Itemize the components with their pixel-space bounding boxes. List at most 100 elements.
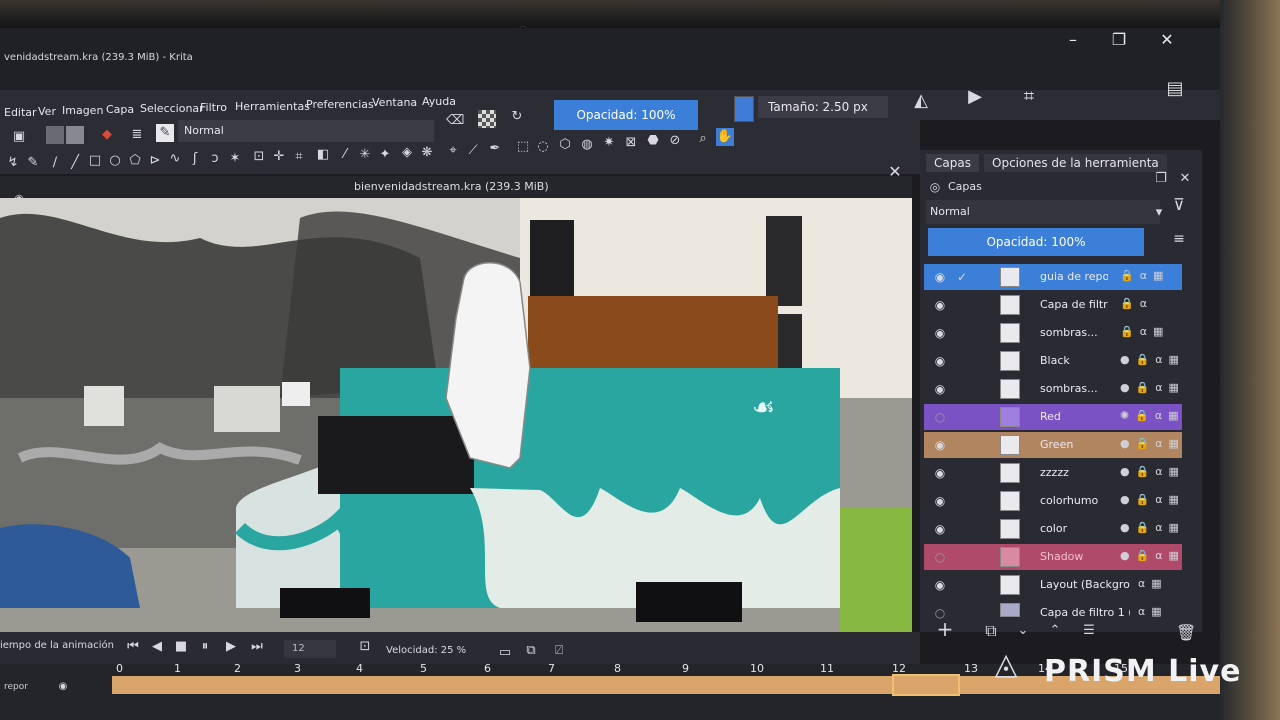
mirror-vertical-icon[interactable]: ▶ <box>966 88 984 106</box>
menu-ventana[interactable]: Ventana <box>372 96 417 109</box>
gradient-tool-icon[interactable]: ◧ <box>314 146 332 164</box>
filter-icon[interactable]: ⊽ <box>1170 196 1188 214</box>
layer-properties-icons[interactable]: ●🔒α▦ <box>1120 521 1185 534</box>
menu-ver[interactable]: Ver <box>38 105 56 118</box>
onion-skin-icon[interactable]: ⧉ <box>522 642 540 660</box>
mirror-horizontal-icon[interactable]: ◭ <box>912 92 930 110</box>
visibility-eye-icon[interactable]: ◉ <box>932 325 948 341</box>
menu-seleccionar[interactable]: Seleccionar <box>140 102 204 115</box>
layer-properties-icons[interactable]: 🔒α▦ <box>1120 269 1169 282</box>
measure-tool-icon[interactable]: ⟋ <box>464 142 482 160</box>
move-layer-up-icon[interactable]: ⌃ <box>1046 622 1064 640</box>
visibility-eye-icon[interactable]: ◉ <box>932 493 948 509</box>
freehand-brush-icon[interactable]: ↯ <box>4 154 22 172</box>
visibility-eye-icon[interactable]: ◉ <box>932 297 948 313</box>
close-document-icon[interactable]: ✕ <box>886 163 904 181</box>
calligraphy-icon[interactable]: ∕ <box>46 154 64 172</box>
delete-layer-icon[interactable]: 🗑 <box>1176 624 1196 642</box>
layer-row[interactable]: ◉ ✓ guia de repor 🔒α▦ <box>924 264 1182 290</box>
bezier-tool-icon[interactable]: ∿ <box>166 150 184 168</box>
add-layer-icon[interactable]: + <box>936 619 954 639</box>
layer-properties-icons[interactable]: 🔒α <box>1120 297 1153 310</box>
playback-speed-label[interactable]: Velocidad: 25 % <box>386 645 466 656</box>
tab-layers[interactable]: Capas <box>926 154 979 172</box>
freehand-select-icon[interactable]: ◍ <box>578 136 596 154</box>
assistant-tool-icon[interactable]: ⌖ <box>444 142 462 160</box>
hidden-eye-icon[interactable]: ○ <box>932 549 948 565</box>
transform-tool-icon[interactable]: ⊡ <box>250 148 268 166</box>
color-swap-icon[interactable]: ◆ <box>98 126 116 144</box>
pattern-fill-icon[interactable]: ❋ <box>418 144 436 162</box>
fill-tool-icon[interactable]: ◈ <box>398 144 416 162</box>
layer-properties-icon[interactable]: ☰ <box>1080 622 1098 640</box>
close-docker-icon[interactable]: ✕ <box>1176 170 1194 188</box>
layer-properties-icons[interactable]: α▦ <box>1138 577 1168 590</box>
layer-row[interactable]: ◉ Layout (Backgro... α▦ <box>924 572 1182 598</box>
dynamic-brush-icon[interactable]: ↄ <box>206 150 224 168</box>
save-icon[interactable]: ▣ <box>10 128 28 146</box>
pattern-icon[interactable] <box>66 126 84 144</box>
pause-icon[interactable]: ⏸ <box>196 638 214 656</box>
pan-tool-icon[interactable]: ✋ <box>716 128 734 146</box>
minimize-icon[interactable]: – <box>1060 30 1086 50</box>
opacity-slider[interactable]: Opacidad: 100% <box>554 100 698 130</box>
colorize-mask-icon[interactable]: ✦ <box>376 146 394 164</box>
visibility-eye-icon[interactable]: ◉ <box>932 353 948 369</box>
document-tab-title[interactable]: bienvenidadstream.kra (239.3 MiB) <box>354 180 549 193</box>
playback-settings-icon[interactable]: ⊡ <box>356 638 374 656</box>
drawing-canvas[interactable]: ☙ <box>0 198 912 632</box>
layer-row[interactable]: ○ Shadow ●🔒α▦ <box>924 544 1182 570</box>
freehand-path-icon[interactable]: ʃ <box>186 150 204 168</box>
bezier-select-icon[interactable]: ⬣ <box>644 132 662 150</box>
wrap-around-icon[interactable]: ⌗ <box>1020 88 1038 106</box>
layer-row[interactable]: ◉ color ●🔒α▦ <box>924 516 1182 542</box>
maximize-icon[interactable]: ❐ <box>1106 30 1132 50</box>
multibrush-icon[interactable]: ✶ <box>226 150 244 168</box>
layer-properties-icons[interactable]: ●🔒α▦ <box>1120 353 1185 366</box>
visibility-eye-icon[interactable]: ◉ <box>932 269 948 285</box>
auto-key-icon[interactable]: ⍁ <box>550 642 568 660</box>
menu-ayuda[interactable]: Ayuda <box>422 95 456 108</box>
polygon-tool-icon[interactable]: ⬠ <box>126 152 144 170</box>
layer-properties-icons[interactable]: ●🔒α▦ <box>1120 437 1185 450</box>
layer-properties-icons[interactable]: ●🔒α▦ <box>1120 493 1185 506</box>
layer-properties-icons[interactable]: ●🔒α▦ <box>1120 465 1185 478</box>
layer-opacity-slider[interactable]: Opacidad: 100% <box>928 228 1144 256</box>
duplicate-layer-icon[interactable]: ⧉ <box>982 622 1000 640</box>
layer-properties-icons[interactable]: 🔒α▦ <box>1120 325 1169 338</box>
menu-imagen[interactable]: Imagen <box>62 104 103 117</box>
rect-select-icon[interactable]: ⬚ <box>514 138 532 156</box>
timeline-eye-icon[interactable]: ◉ <box>54 678 72 696</box>
zoom-tool-icon[interactable]: ⌕ <box>694 130 712 148</box>
menu-preferencias[interactable]: Preferencias <box>306 98 374 111</box>
layer-row[interactable]: ○ Red ✺🔒α▦ <box>924 404 1182 430</box>
visibility-eye-icon[interactable]: ◉ <box>932 381 948 397</box>
ellipse-tool-icon[interactable]: ○ <box>106 152 124 170</box>
menu-herramientas[interactable]: Herramientas <box>235 100 310 113</box>
layer-properties-icons[interactable]: α▦ <box>1138 605 1168 618</box>
ellipse-select-icon[interactable]: ◌ <box>534 138 552 156</box>
layer-row[interactable]: ◉ sombras... 🔒α▦ <box>924 320 1182 346</box>
reload-icon[interactable]: ↻ <box>508 108 526 126</box>
hidden-eye-icon[interactable]: ○ <box>932 409 948 425</box>
rectangle-tool-icon[interactable]: □ <box>86 152 104 170</box>
menu-capa[interactable]: Capa <box>106 103 134 116</box>
move-layer-down-icon[interactable]: ⌄ <box>1014 622 1032 640</box>
reference-tool-icon[interactable]: ✒ <box>486 140 504 158</box>
frame-number-input[interactable]: 12 <box>284 640 336 658</box>
magnetic-select-icon[interactable]: ⊘ <box>666 132 684 150</box>
previous-frame-icon[interactable]: ◀ <box>148 638 166 656</box>
size-slider[interactable]: Tamaño: 2.50 px <box>758 96 888 118</box>
layer-properties-icons[interactable]: ✺🔒α▦ <box>1120 409 1185 422</box>
brush-preset-icon[interactable]: ✎ <box>156 124 174 142</box>
menu-filtro[interactable]: Filtro <box>200 101 227 114</box>
layer-row[interactable]: ◉ Capa de filtr... 🔒α <box>924 292 1182 318</box>
foreground-color-swatch[interactable] <box>734 96 754 122</box>
alpha-lock-icon[interactable] <box>478 110 496 128</box>
layer-row[interactable]: ◉ Black ●🔒α▦ <box>924 348 1182 374</box>
layer-properties-icons[interactable]: ●🔒α▦ <box>1120 381 1185 394</box>
drop-frames-icon[interactable]: ▭ <box>496 644 514 662</box>
crop-tool-icon[interactable]: ⌗ <box>290 148 308 166</box>
color-picker-icon[interactable]: ⁄ <box>336 146 354 164</box>
polyline-tool-icon[interactable]: ⊳ <box>146 152 164 170</box>
